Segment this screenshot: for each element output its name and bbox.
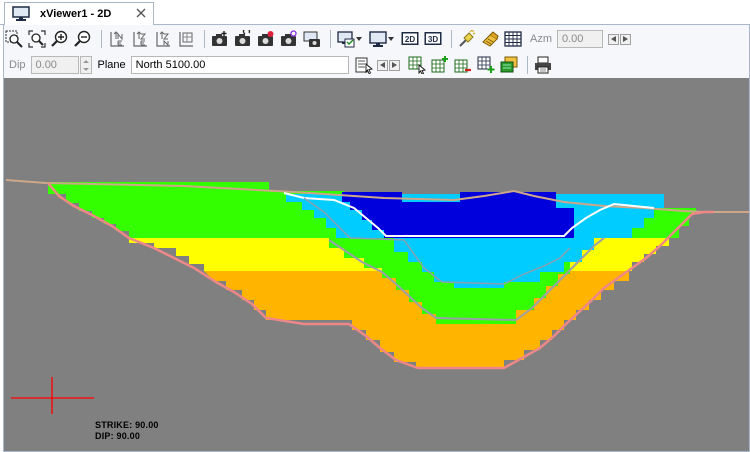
mode-3d-label: 3D (428, 35, 438, 44)
select-grid-icon (408, 56, 426, 74)
camera-record-icon (258, 31, 274, 46)
zoom-in-icon (51, 30, 68, 47)
mode-2d-button[interactable]: 2D (400, 29, 420, 49)
layers-icon (500, 56, 518, 73)
camera-settings-icon (281, 30, 297, 46)
toolbar-separator (101, 30, 102, 48)
tab-xviewer1-2d[interactable]: xViewer1 - 2D (4, 2, 154, 25)
mode-3d-button[interactable]: 3D (423, 29, 443, 49)
tab-bar: xViewer1 - 2D (0, 0, 750, 25)
azm-prev-button[interactable] (608, 33, 619, 45)
camera-record-button[interactable] (256, 29, 276, 49)
plane-next-button[interactable] (388, 59, 400, 71)
mode-2d-label: 2D (405, 35, 415, 44)
zoom-extents-button[interactable] (27, 29, 47, 49)
mode-3d-icon: 3D (424, 32, 442, 45)
main-toolbar: 2D 3D Azm (4, 27, 748, 51)
dip-label: Dip (9, 59, 26, 71)
monitor-icon (12, 6, 30, 21)
dip-stepper[interactable] (79, 56, 92, 74)
camera-settings-button[interactable] (279, 29, 299, 49)
section-ze-button[interactable] (130, 29, 150, 49)
grid-plus-icon (477, 56, 495, 73)
grid-button[interactable] (503, 29, 523, 49)
light-icon (459, 30, 476, 47)
zoom-out-icon (74, 30, 91, 47)
grid-plus-button[interactable] (476, 55, 496, 75)
section-zn-icon (156, 31, 170, 47)
azm-label: Azm (530, 33, 552, 45)
camera-add-button[interactable] (210, 29, 230, 49)
camera-add-icon (212, 31, 227, 46)
zoom-extents-icon (28, 30, 46, 48)
strike-text: STRIKE: 90.00 (95, 420, 159, 430)
toolbar-separator (451, 30, 452, 48)
print-button[interactable] (533, 55, 553, 75)
toolbar-separator (526, 56, 528, 74)
section-plan-button[interactable] (176, 29, 196, 49)
orientation-readout: STRIKE: 90.00 DIP: 90.00 (95, 420, 159, 442)
select-grid-icon (355, 57, 373, 74)
camera-screen-icon (303, 31, 320, 47)
camera-refresh-icon (235, 30, 251, 46)
grid-icon (504, 31, 522, 47)
zoom-in-button[interactable] (50, 29, 70, 49)
plane-input[interactable] (130, 56, 349, 74)
zoom-window-icon (5, 30, 23, 48)
layers-button[interactable] (499, 55, 519, 75)
mode-2d-icon: 2D (401, 32, 419, 45)
eraser-icon (482, 31, 499, 47)
camera-refresh-button[interactable] (233, 29, 253, 49)
section-ne-icon (110, 31, 124, 47)
light-button[interactable] (457, 29, 477, 49)
monitor-settings-icon (369, 31, 387, 47)
chevron-down-icon[interactable] (387, 29, 395, 49)
section-ze-icon (133, 31, 147, 47)
printer-icon (534, 56, 551, 74)
zoom-out-button[interactable] (73, 29, 93, 49)
zoom-window-button[interactable] (4, 29, 24, 49)
azm-input[interactable] (557, 30, 603, 48)
plane-label: Plane (97, 59, 126, 71)
camera-screen-button[interactable] (302, 29, 322, 49)
dip-text: DIP: 90.00 (95, 431, 141, 441)
dip-input[interactable] (30, 56, 79, 74)
grid-add-button[interactable] (430, 55, 450, 75)
close-icon[interactable] (135, 7, 147, 19)
grid-remove-button[interactable] (453, 55, 473, 75)
grid-select-button[interactable] (407, 55, 427, 75)
plane-toolbar: Dip Plane (4, 53, 748, 77)
azm-next-button[interactable] (620, 33, 631, 45)
chevron-down-icon[interactable] (355, 29, 363, 49)
azm-nav (608, 33, 632, 45)
toolbar-separator (204, 30, 205, 48)
select-plane-button[interactable] (354, 55, 374, 75)
monitor-settings-button[interactable] (368, 29, 388, 49)
plane-prev-button[interactable] (376, 59, 388, 71)
grid-remove-icon (454, 59, 471, 73)
viewer-viewport[interactable]: STRIKE: 90.00 DIP: 90.00 (4, 78, 749, 451)
eraser-button[interactable] (480, 29, 500, 49)
grid-add-icon (431, 56, 448, 73)
plane-nav (376, 59, 401, 71)
display-options-icon (337, 31, 355, 48)
section-ne-button[interactable] (107, 29, 127, 49)
toolbar-separator (330, 30, 331, 48)
tab-label: xViewer1 - 2D (40, 8, 112, 20)
section-zn-button[interactable] (153, 29, 173, 49)
display-options-button[interactable] (336, 29, 356, 49)
cross-section-scene (4, 78, 749, 451)
section-plan-icon (179, 32, 193, 47)
